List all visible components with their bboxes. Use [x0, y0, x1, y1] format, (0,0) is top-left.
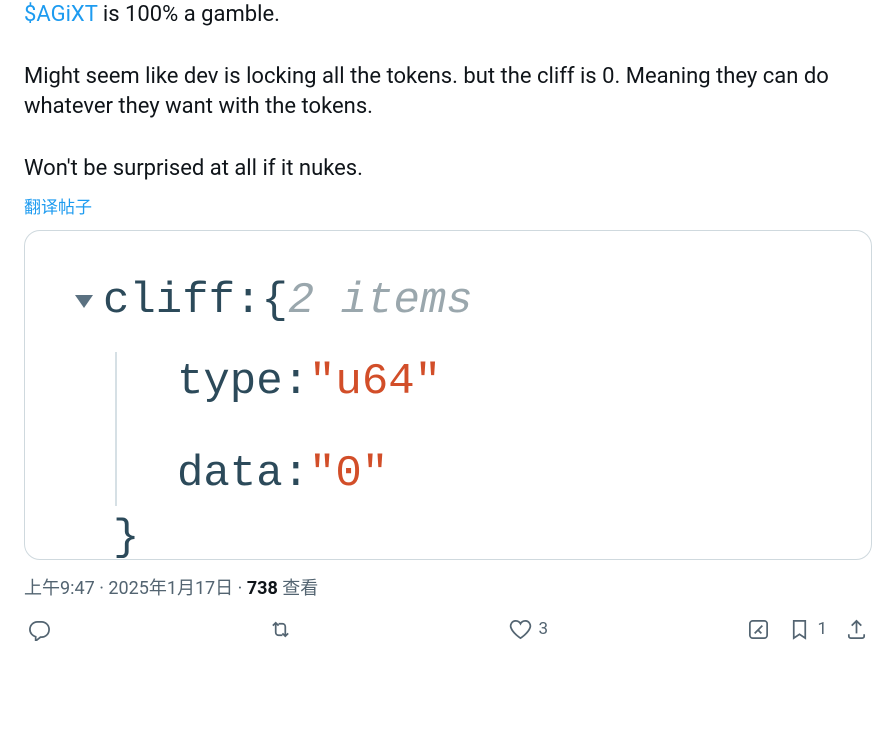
like-button[interactable]: 3 [509, 618, 548, 641]
retweet-button[interactable] [269, 618, 298, 641]
tweet: $AGiXT is 100% a gamble. Might seem like… [24, 0, 872, 641]
time[interactable]: 上午9:47 [24, 578, 95, 599]
bookmark-count: 1 [817, 619, 827, 639]
translate-link[interactable]: 翻译帖子 [24, 193, 92, 218]
json-colon: : [235, 271, 261, 333]
grok-icon [747, 618, 770, 641]
json-brace: { [261, 271, 287, 333]
date[interactable]: 2025年1月17日 [108, 578, 233, 599]
tweet-actions: 3 1 [24, 618, 872, 641]
json-data-key: data [177, 444, 283, 506]
bookmark-button[interactable]: 1 [788, 618, 827, 641]
code-screenshot: cliff : { 2 items type : "u64" data : "0… [25, 231, 871, 560]
reply-icon [28, 618, 51, 641]
json-close-brace: } [113, 516, 821, 560]
retweet-icon [269, 618, 292, 641]
views-label: 查看 [282, 578, 318, 599]
tweet-text[interactable]: $AGiXT is 100% a gamble. Might seem like… [24, 0, 872, 185]
tweet-media[interactable]: cliff : { 2 items type : "u64" data : "0… [24, 230, 872, 560]
share-button[interactable] [845, 618, 868, 641]
json-meta: 2 items [288, 271, 473, 333]
cashtag-link[interactable]: $AGiXT [24, 2, 97, 27]
reply-button[interactable] [28, 618, 57, 641]
heart-icon [509, 618, 532, 641]
share-icon [845, 618, 868, 641]
tweet-line1: is 100% a gamble. [97, 2, 280, 27]
json-data-value: "0" [309, 444, 388, 506]
grok-button[interactable] [747, 618, 770, 641]
json-key: cliff [103, 271, 235, 333]
json-colon: : [283, 444, 309, 506]
tweet-line2: Might seem like dev is locking all the t… [24, 64, 829, 120]
collapse-arrow-icon [75, 295, 93, 308]
json-type-key: type [177, 352, 283, 414]
timestamp: 上午9:47 · 2025年1月17日 · 738 查看 [24, 574, 872, 600]
tweet-line3: Won't be surprised at all if it nukes. [24, 156, 363, 181]
like-count: 3 [538, 619, 548, 639]
views-count: 738 [247, 578, 278, 599]
bookmark-icon [788, 618, 811, 641]
json-colon: : [283, 352, 309, 414]
json-type-value: "u64" [309, 352, 441, 414]
